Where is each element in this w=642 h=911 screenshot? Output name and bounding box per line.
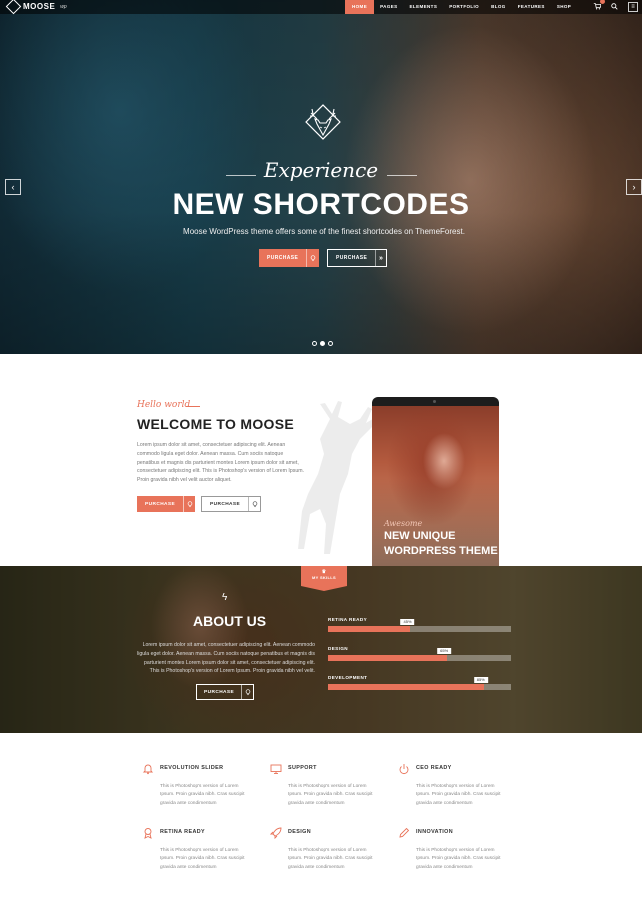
site-logo[interactable]: MOOSE wp (5, 0, 67, 15)
hero-slider: MOOSE wp HOME PAGES ELEMENTS PORTFOLIO B… (0, 0, 642, 354)
feature-text: This is Photoshop's version of Lorem Ips… (288, 848, 373, 870)
tablet-mockup: Awesome NEW UNIQUE WORDPRESS THEME (372, 397, 499, 566)
tablet-title: NEW UNIQUE WORDPRESS THEME (384, 529, 498, 559)
nav-features[interactable]: FEATURES (512, 0, 551, 14)
lightbulb-icon (183, 496, 195, 512)
hero-purchase-button[interactable]: PURCHASE (259, 249, 319, 267)
skill-design: DESIGN 65% (328, 646, 511, 661)
slider-prev-arrow[interactable]: ‹ (5, 179, 21, 195)
feature-title: CEO READY (416, 765, 452, 771)
tablet-camera (433, 400, 436, 403)
skill-label: RETINA READY (328, 617, 368, 622)
slider-dot-active[interactable] (320, 341, 325, 346)
slider-dot[interactable] (328, 341, 333, 346)
award-icon (144, 828, 152, 839)
hero-purchase-label: PURCHASE (267, 255, 299, 261)
monitor-icon (270, 764, 282, 774)
welcome-title: WELCOME TO MOOSE (137, 416, 294, 432)
double-chevron-right-icon: » (375, 250, 386, 266)
logo-diamond-icon (5, 0, 22, 15)
skill-track: 45% (328, 619, 511, 632)
feature-title: REVOLUTION SLIDER (160, 765, 224, 771)
power-icon (399, 764, 409, 775)
tablet-title-line1: NEW UNIQUE (384, 530, 456, 542)
hero-script-title: Experience (263, 158, 379, 182)
skill-track: 65% (328, 648, 511, 661)
skill-fill (328, 684, 484, 690)
skill-percent: 85% (473, 677, 488, 683)
cart-icon[interactable] (593, 0, 605, 12)
feature-text: This is Photoshop's version of Lorem Ips… (416, 784, 501, 806)
feature-text: This is Photoshop's version of Lorem Ips… (416, 848, 501, 870)
search-icon[interactable] (611, 2, 618, 12)
feature-text: This is Photoshop's version of Lorem Ips… (160, 784, 245, 806)
rocket-icon (270, 827, 282, 839)
hero-purchase-outline-button[interactable]: PURCHASE » (327, 249, 387, 267)
skill-track: 85% (328, 677, 511, 690)
header-icons: ≡ (593, 0, 638, 14)
tablet-title-line2: WORDPRESS THEME (384, 545, 498, 557)
lightbulb-icon (306, 249, 319, 267)
skill-percent: 45% (400, 619, 415, 625)
about-body: Lorem ipsum dolor sit amet, consectetuer… (137, 642, 315, 675)
hamburger-menu-icon[interactable]: ≡ (628, 2, 638, 12)
slider-dot[interactable] (312, 341, 317, 346)
feature-title: INNOVATION (416, 829, 454, 835)
ribbon-tail (301, 586, 347, 591)
logo-sup: wp (60, 3, 67, 10)
skills-ribbon: ♛ MY SKILLS (301, 566, 347, 586)
nav-portfolio[interactable]: PORTFOLIO (443, 0, 485, 14)
welcome-purchase-button[interactable]: PURCHASE (137, 496, 195, 512)
deer-head-icon (305, 104, 341, 140)
hero-headline: NEW SHORTCODES (172, 188, 470, 221)
lightning-icon: ϟ (222, 592, 228, 603)
welcome-purchase-label: PURCHASE (145, 501, 176, 507)
nav-blog[interactable]: BLOG (485, 0, 512, 14)
about-purchase-button[interactable]: PURCHASE (196, 684, 254, 700)
nav-shop[interactable]: SHOP (551, 0, 577, 14)
welcome-body: Lorem ipsum dolor sit amet, consectetuer… (137, 442, 304, 484)
welcome-script-line (186, 406, 200, 407)
slider-pagination (312, 341, 333, 346)
skill-retina-ready: RETINA READY 45% (328, 617, 511, 632)
slider-next-arrow[interactable]: › (626, 179, 642, 195)
top-navbar: MOOSE wp HOME PAGES ELEMENTS PORTFOLIO B… (0, 0, 642, 15)
ribbon-label: MY SKILLS (312, 575, 336, 580)
about-section: ♛ MY SKILLS ϟ ABOUT US Lorem ipsum dolor… (0, 566, 642, 733)
hero-subtitle: Moose WordPress theme offers some of the… (183, 227, 465, 236)
tablet-script: Awesome (384, 519, 423, 528)
welcome-script: Hello world (137, 400, 191, 410)
hero-purchase-outline-label: PURCHASE (336, 255, 368, 261)
tablet-screen-image: Awesome NEW UNIQUE WORDPRESS THEME (372, 406, 499, 566)
skill-development: DEVELOPMENT 85% (328, 675, 511, 690)
skill-label: DESIGN (328, 646, 349, 651)
nav-elements[interactable]: ELEMENTS (404, 0, 444, 14)
about-purchase-label: PURCHASE (204, 689, 235, 695)
main-nav: HOME PAGES ELEMENTS PORTFOLIO BLOG FEATU… (345, 0, 577, 14)
welcome-purchase-outline-button[interactable]: PURCHASE (201, 496, 261, 512)
welcome-section: Hello world WELCOME TO MOOSE Lorem ipsum… (0, 354, 642, 566)
feature-title: RETINA READY (160, 829, 206, 835)
pencil-icon (399, 827, 410, 838)
feature-text: This is Photoshop's version of Lorem Ips… (160, 848, 245, 870)
features-section: REVOLUTION SLIDER This is Photoshop's ve… (0, 733, 642, 911)
skill-percent: 65% (437, 648, 452, 654)
nav-home[interactable]: HOME (345, 0, 375, 14)
feature-title: SUPPORT (288, 765, 317, 771)
nav-pages[interactable]: PAGES (374, 0, 403, 14)
about-overlay (0, 566, 642, 733)
lightbulb-icon (241, 685, 253, 699)
feature-text: This is Photoshop's version of Lorem Ips… (288, 784, 373, 806)
welcome-purchase-outline-label: PURCHASE (210, 501, 241, 507)
logo-text: MOOSE (23, 2, 56, 11)
bell-icon (142, 764, 154, 775)
cart-badge (600, 0, 605, 4)
skill-fill (328, 626, 411, 632)
about-title: ABOUT US (193, 613, 267, 629)
lightbulb-icon (248, 497, 260, 511)
skill-fill (328, 655, 447, 661)
feature-title: DESIGN (288, 829, 312, 835)
